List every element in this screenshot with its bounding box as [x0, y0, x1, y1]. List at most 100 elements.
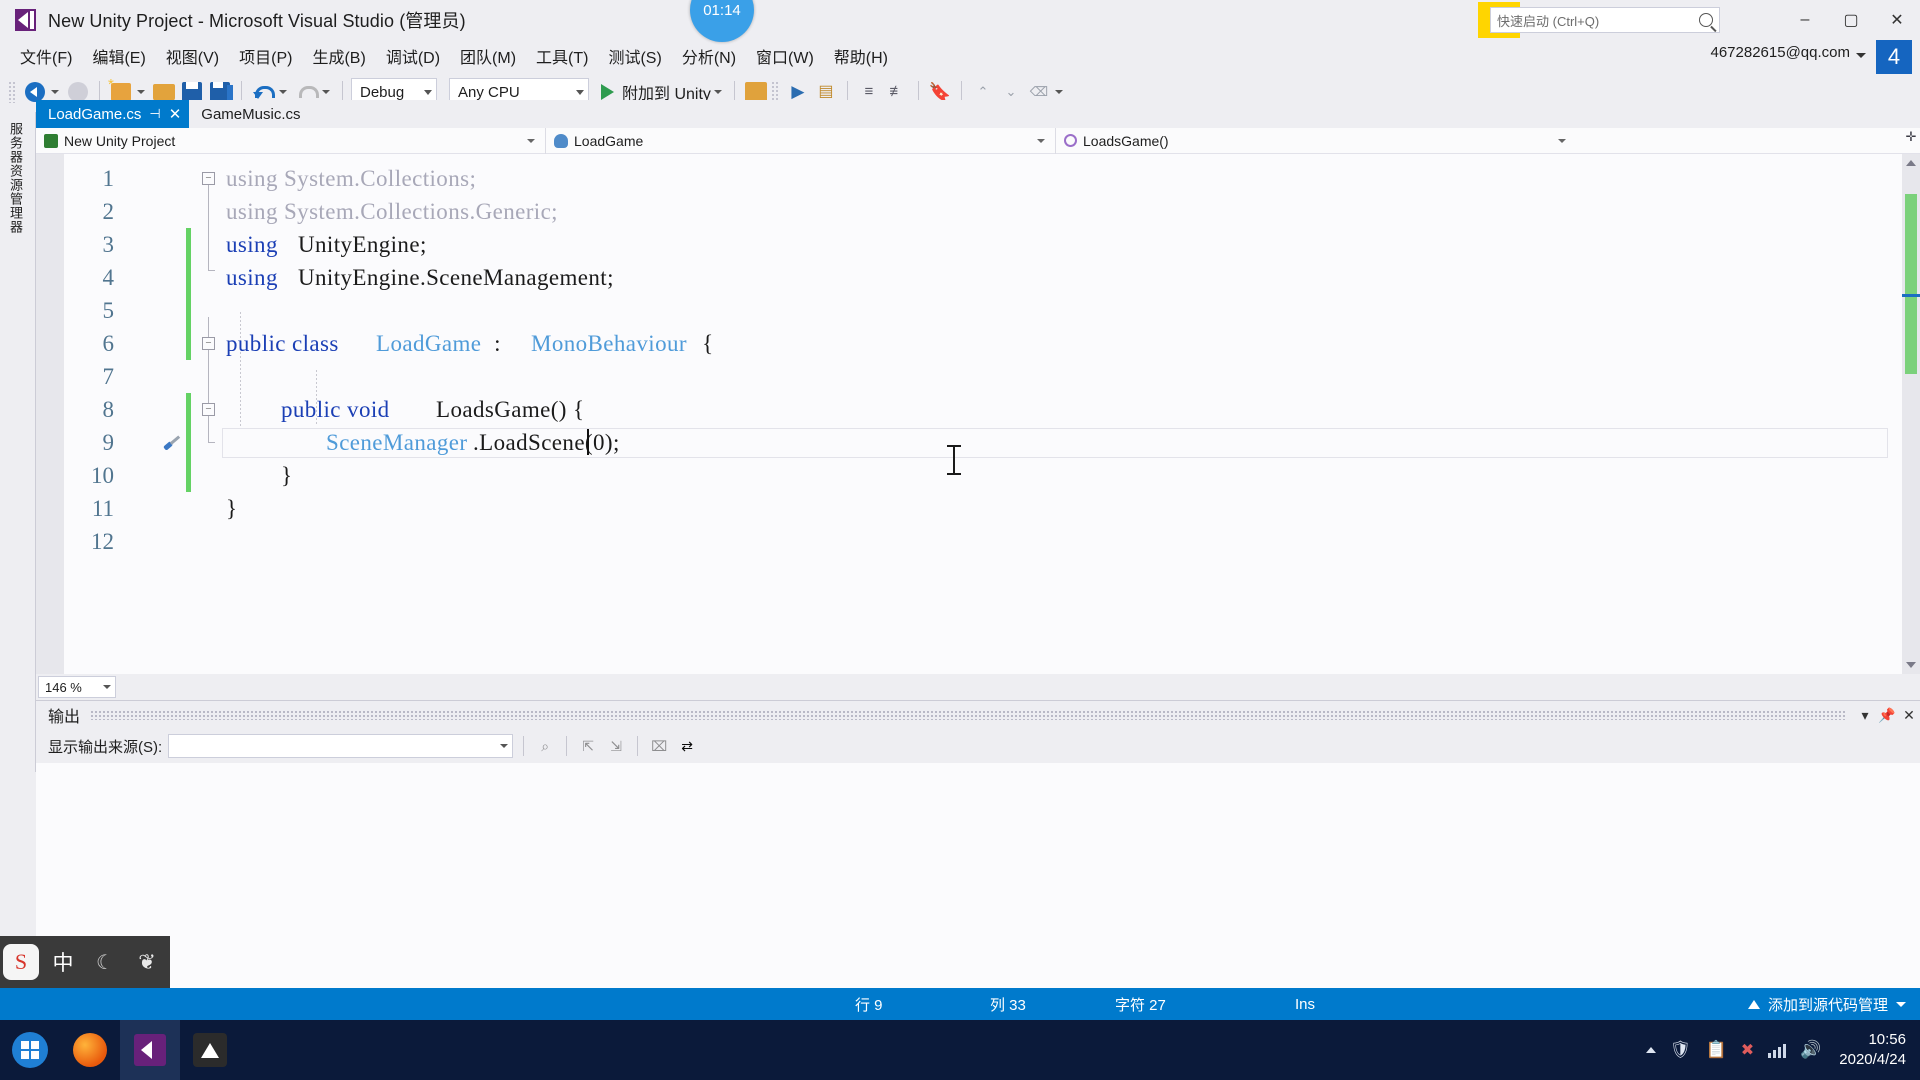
window-title: New Unity Project - Microsoft Visual Stu… [48, 11, 466, 31]
ime-language-mode[interactable]: 中 [42, 936, 84, 988]
menu-item-file[interactable]: 文件(F) [10, 40, 82, 72]
menu-item-project[interactable]: 项目(P) [229, 40, 302, 72]
scroll-up-arrow-icon[interactable] [1906, 160, 1916, 166]
fold-toggle-icon[interactable]: − [202, 403, 215, 416]
menu-item-view[interactable]: 视图(V) [156, 40, 229, 72]
scroll-down-arrow-icon[interactable] [1906, 662, 1916, 668]
network-signal-icon[interactable] [1768, 1042, 1787, 1058]
quick-actions-screwdriver-icon[interactable] [158, 428, 186, 456]
menu-item-build[interactable]: 生成(B) [302, 40, 375, 72]
status-source-control-label: 添加到源代码管理 [1767, 996, 1888, 1014]
new-project-dropdown-icon[interactable] [137, 90, 145, 94]
taskbar-app-browser[interactable] [60, 1020, 120, 1080]
pointer-icon: ▶ [791, 82, 805, 101]
minimize-button[interactable]: – [1782, 0, 1828, 40]
menu-item-window[interactable]: 窗口(W) [746, 40, 824, 72]
editor-zoom-dropdown[interactable]: 146 % [38, 676, 116, 698]
shield-icon[interactable]: 🛡 [1670, 1040, 1692, 1060]
code-line-current[interactable]: 9 SceneManager .LoadScene(0); [36, 426, 1902, 459]
expand-scrollbar-icon[interactable]: ✛ [1904, 130, 1918, 144]
tab-gamemusic-cs[interactable]: GameMusic.cs [189, 100, 309, 128]
window-count-badge: 4 [1876, 40, 1912, 74]
toolbar-overflow-icon[interactable] [1054, 90, 1063, 94]
ime-sogou-logo[interactable]: S [0, 936, 42, 988]
line-number: 5 [102, 297, 115, 323]
navbar-member-dropdown[interactable]: LoadsGame() [1056, 128, 1576, 154]
code-line[interactable]: 12 [36, 525, 1902, 558]
pin-icon[interactable]: ⊣ [149, 106, 160, 122]
show-hidden-icons-icon[interactable] [1645, 1047, 1656, 1053]
taskbar-app-unity[interactable] [180, 1020, 240, 1080]
go-to-previous-message-icon[interactable]: ⇱ [577, 735, 599, 757]
code-line[interactable]: 4 using UnityEngine.SceneManagement; [36, 261, 1902, 294]
toolbar-grip[interactable] [8, 81, 16, 103]
pin-icon[interactable]: 📌 [1876, 704, 1898, 726]
code-line[interactable]: 2 using System.Collections.Generic; [36, 195, 1902, 228]
menu-item-debug[interactable]: 调试(D) [376, 40, 450, 72]
panel-menu-icon[interactable]: ▾ [1854, 704, 1876, 726]
ime-night-mode[interactable]: ☾ [84, 936, 126, 988]
code-keyword: using [226, 231, 284, 257]
code-line[interactable]: 1 − using System.Collections; [36, 162, 1902, 195]
find-message-icon[interactable]: ⌕ [534, 735, 556, 757]
network-error-icon[interactable]: ✖ [1741, 1040, 1754, 1060]
close-button[interactable]: ✕ [1874, 0, 1920, 40]
attach-dropdown-icon[interactable] [713, 90, 722, 94]
ime-toolbox[interactable]: ❦ [126, 936, 168, 988]
clear-all-icon[interactable]: ⌧ [648, 735, 670, 757]
close-icon[interactable]: ✕ [1898, 704, 1920, 726]
fold-toggle-icon[interactable]: − [202, 337, 215, 350]
code-line[interactable]: 8 − public void LoadsGame() { [36, 393, 1902, 426]
clipboard-icon[interactable]: 📋 [1706, 1040, 1727, 1060]
quick-launch-input[interactable]: 快速启动 (Ctrl+Q) [1490, 7, 1720, 33]
code-line[interactable]: 7 [36, 360, 1902, 393]
server-explorer-label: 服务器资源管理器 [8, 122, 23, 234]
menu-item-help[interactable]: 帮助(H) [824, 40, 898, 72]
taskbar-app-visual-studio[interactable] [120, 1020, 180, 1080]
status-source-control-group[interactable]: 添加到源代码管理 [1747, 994, 1906, 1015]
code-line[interactable]: 6 − public class LoadGame : MonoBehaviou… [36, 327, 1902, 360]
toolbar-separator [637, 736, 639, 756]
maximize-button[interactable]: ▢ [1828, 0, 1874, 40]
close-icon[interactable]: ✕ [169, 105, 182, 123]
toggle-word-wrap-icon[interactable]: ⇄ [676, 735, 698, 757]
output-panel-content[interactable] [36, 763, 1920, 1001]
code-line[interactable]: 3 using UnityEngine; [36, 228, 1902, 261]
panel-drag-handle[interactable] [90, 710, 1846, 720]
menu-item-tools[interactable]: 工具(T) [526, 40, 598, 72]
ime-toolbar[interactable]: S 中 ☾ ❦ [0, 936, 170, 988]
line-number: 8 [102, 396, 115, 422]
code-line[interactable]: 11 } [36, 492, 1902, 525]
output-source-dropdown[interactable] [168, 734, 514, 758]
code-line[interactable]: 5 [36, 294, 1902, 327]
code-text: { [696, 330, 714, 356]
menu-item-edit[interactable]: 编辑(E) [82, 40, 155, 72]
start-debug-play-icon[interactable] [601, 84, 614, 100]
go-to-next-message-icon[interactable]: ⇲ [605, 735, 627, 757]
undo-dropdown-icon[interactable] [279, 90, 287, 94]
volume-icon[interactable]: 🔊 [1800, 1040, 1821, 1060]
server-explorer-rail[interactable]: 服务器资源管理器 [0, 112, 36, 772]
taskbar-clock[interactable]: 10:56 2020/4/24 [1839, 1030, 1906, 1071]
project-icon [44, 133, 58, 148]
lines-icon: ≡ [864, 83, 874, 100]
navbar-project-dropdown[interactable]: New Unity Project [36, 127, 546, 154]
scrollbar-thumb[interactable] [1905, 194, 1917, 374]
menu-item-analyze[interactable]: 分析(N) [672, 40, 746, 72]
code-line[interactable]: 10 } [36, 459, 1902, 492]
tab-loadgame-cs[interactable]: LoadGame.cs ⊣ ✕ [36, 100, 190, 128]
navigate-backward-dropdown-icon[interactable] [51, 90, 59, 94]
toolbar-separator [523, 736, 525, 756]
chevron-down-icon: ⌄ [1005, 84, 1017, 99]
menu-item-test[interactable]: 测试(S) [598, 40, 671, 72]
menu-item-team[interactable]: 团队(M) [450, 40, 526, 72]
editor-vertical-scrollbar[interactable]: ✛ [1902, 130, 1920, 674]
account-email[interactable]: 467282615@qq.com [1711, 44, 1851, 61]
start-button[interactable] [0, 1020, 60, 1080]
fold-toggle-icon[interactable]: − [202, 172, 215, 185]
navbar-type-dropdown[interactable]: LoadGame [546, 127, 1056, 154]
redo-dropdown-icon[interactable] [322, 90, 330, 94]
code-editor[interactable]: 1 − using System.Collections; 2 using Sy… [36, 154, 1902, 674]
chevron-down-icon[interactable] [1856, 53, 1866, 58]
windows-logo-icon [12, 1032, 48, 1068]
